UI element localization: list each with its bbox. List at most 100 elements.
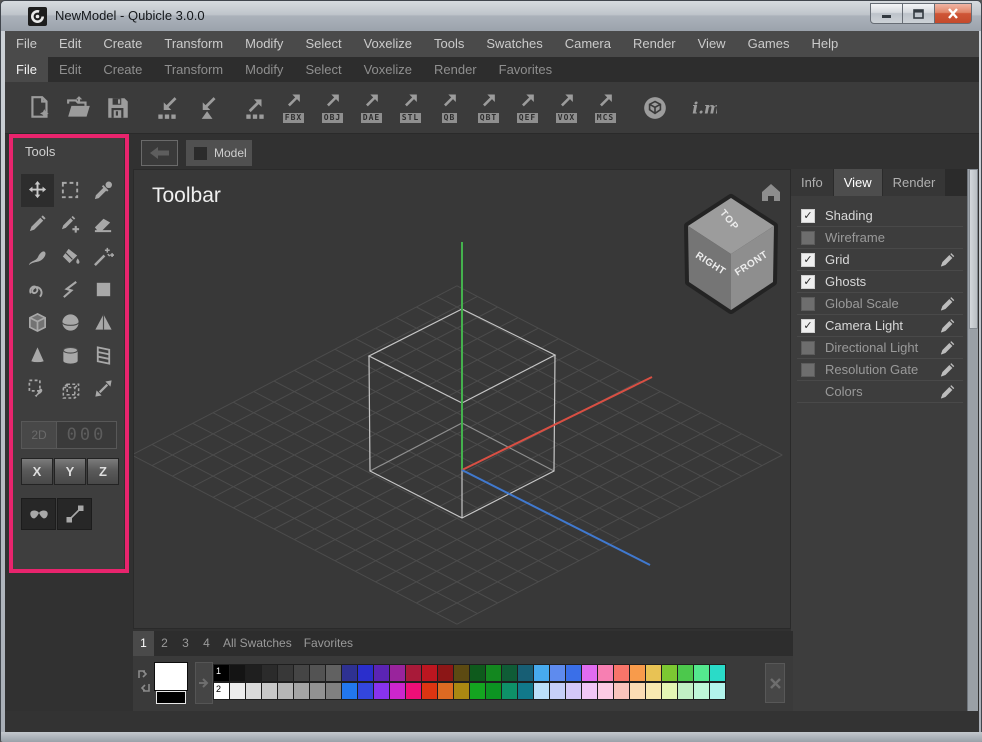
swatch-tab-3[interactable]: 3: [175, 631, 196, 656]
swatch-color[interactable]: [453, 682, 470, 700]
tab-render[interactable]: Render: [883, 169, 946, 196]
export-vox-button[interactable]: VOX: [552, 87, 581, 129]
swatch-tab-favorites[interactable]: Favorites: [298, 631, 359, 656]
swatch-color[interactable]: [709, 664, 726, 682]
swatch-color[interactable]: [693, 664, 710, 682]
swatch-tab-4[interactable]: 4: [196, 631, 217, 656]
swatch-color[interactable]: [357, 664, 374, 682]
swatch-color[interactable]: [661, 664, 678, 682]
export-mcs-button[interactable]: MCS: [591, 87, 620, 129]
box-tool[interactable]: [21, 306, 54, 339]
foreground-background-colors[interactable]: [154, 662, 188, 705]
swatch-color[interactable]: [293, 682, 310, 700]
swatch-color[interactable]: [597, 664, 614, 682]
context-menu-create[interactable]: Create: [92, 57, 153, 82]
swatch-color[interactable]: [325, 682, 342, 700]
apply-color-button[interactable]: [195, 662, 213, 704]
menu-file[interactable]: File: [5, 31, 48, 57]
swatch-color[interactable]: [261, 664, 278, 682]
checkbox[interactable]: ✓: [801, 209, 815, 223]
swap-colors-icon[interactable]: [136, 668, 152, 694]
scale-tool[interactable]: [87, 372, 120, 405]
brush-tool[interactable]: [21, 240, 54, 273]
rect-select-tool[interactable]: [54, 174, 87, 207]
context-menu-favorites[interactable]: Favorites: [488, 57, 563, 82]
zigzag-line-tool[interactable]: [54, 273, 87, 306]
menu-swatches[interactable]: Swatches: [475, 31, 553, 57]
swatch-color[interactable]: [581, 664, 598, 682]
background-color[interactable]: [156, 691, 186, 704]
swatch-color[interactable]: [469, 682, 486, 700]
measure-button[interactable]: [57, 498, 92, 530]
swatch-color[interactable]: 1: [213, 664, 230, 682]
swatch-color[interactable]: [453, 664, 470, 682]
edit-pencil-icon[interactable]: [940, 252, 955, 267]
swatch-color[interactable]: [325, 664, 342, 682]
eraser-tool[interactable]: [87, 207, 120, 240]
new-file-button[interactable]: [25, 87, 54, 129]
maximize-button[interactable]: [902, 3, 935, 24]
mode-2d-button[interactable]: 2D: [21, 421, 57, 449]
checkbox[interactable]: ✓: [801, 319, 815, 333]
swatch-color[interactable]: [661, 682, 678, 700]
menu-tools[interactable]: Tools: [423, 31, 475, 57]
context-menu-transform[interactable]: Transform: [153, 57, 234, 82]
export-dae-button[interactable]: DAE: [357, 87, 386, 129]
swatch-color[interactable]: [533, 682, 550, 700]
swatch-color[interactable]: [501, 682, 518, 700]
swatch-color[interactable]: [613, 664, 630, 682]
swatch-tab-all-swatches[interactable]: All Swatches: [217, 631, 298, 656]
swatch-color[interactable]: [245, 664, 262, 682]
swatch-color[interactable]: [437, 664, 454, 682]
context-menu-render[interactable]: Render: [423, 57, 488, 82]
swatch-color[interactable]: [485, 664, 502, 682]
freeform-tool[interactable]: [21, 273, 54, 306]
cylinder-tool[interactable]: [54, 339, 87, 372]
delete-swatch-button[interactable]: [765, 663, 785, 703]
swatch-color[interactable]: [629, 682, 646, 700]
swatch-color[interactable]: [373, 682, 390, 700]
edit-pencil-icon[interactable]: [940, 340, 955, 355]
eyedropper-tool[interactable]: [87, 174, 120, 207]
swatch-color[interactable]: [677, 664, 694, 682]
menu-select[interactable]: Select: [294, 31, 352, 57]
select-box-tool[interactable]: [54, 372, 87, 405]
magic-wand-tool[interactable]: [87, 240, 120, 273]
axis-x-button[interactable]: X: [21, 458, 53, 485]
scrollbar-thumb[interactable]: [969, 169, 978, 329]
swatch-color[interactable]: [405, 664, 422, 682]
export-qef-button[interactable]: QEF: [513, 87, 542, 129]
swatch-color[interactable]: [421, 682, 438, 700]
swatch-color[interactable]: [485, 682, 502, 700]
swatch-color[interactable]: [341, 682, 358, 700]
swatch-color[interactable]: [517, 682, 534, 700]
pencil-add-tool[interactable]: [54, 207, 87, 240]
swatch-color[interactable]: [629, 664, 646, 682]
home-icon[interactable]: [762, 184, 780, 201]
context-menu-select[interactable]: Select: [294, 57, 352, 82]
swatch-color[interactable]: [293, 664, 310, 682]
menu-render[interactable]: Render: [622, 31, 687, 57]
export-fbx-button[interactable]: FBX: [279, 87, 308, 129]
mask-button[interactable]: [21, 498, 56, 530]
minimize-button[interactable]: [870, 3, 903, 24]
import-mesh-button[interactable]: [191, 87, 220, 129]
checkbox[interactable]: ✓: [801, 275, 815, 289]
tab-info[interactable]: Info: [791, 169, 833, 196]
swatch-color[interactable]: [389, 682, 406, 700]
export-qb-button[interactable]: QB: [435, 87, 464, 129]
swatch-color[interactable]: [533, 664, 550, 682]
swatch-color[interactable]: [389, 664, 406, 682]
swatch-color[interactable]: [517, 664, 534, 682]
menu-modify[interactable]: Modify: [234, 31, 294, 57]
swatch-color[interactable]: [597, 682, 614, 700]
swatch-color[interactable]: [693, 682, 710, 700]
context-menu-voxelize[interactable]: Voxelize: [353, 57, 423, 82]
swatch-color[interactable]: [437, 682, 454, 700]
swatch-color[interactable]: [309, 682, 326, 700]
export-stl-button[interactable]: STL: [396, 87, 425, 129]
sketchfab-upload-button[interactable]: [640, 87, 669, 129]
rectangle-tool[interactable]: [87, 273, 120, 306]
menu-camera[interactable]: Camera: [554, 31, 622, 57]
axis-y-button[interactable]: Y: [54, 458, 86, 485]
